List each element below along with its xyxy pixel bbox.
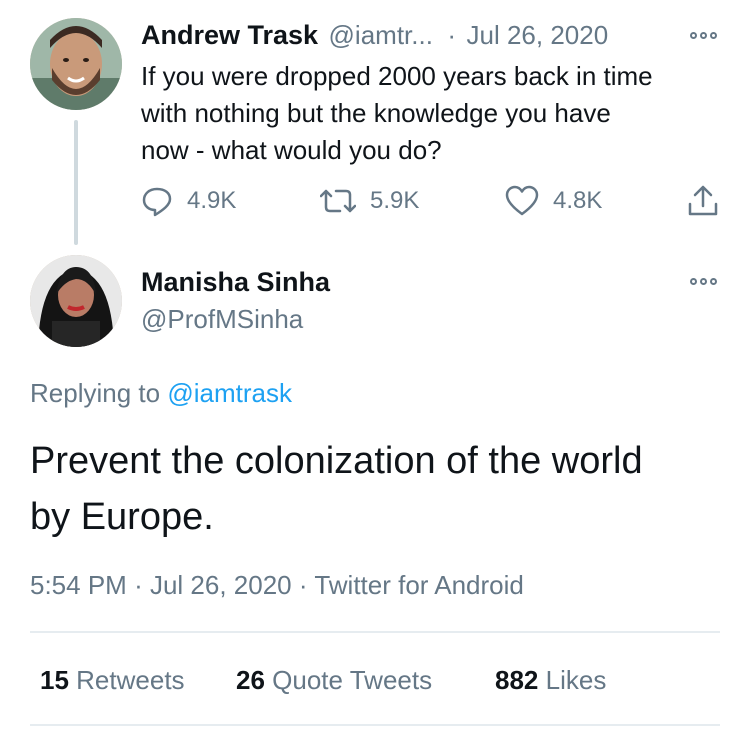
author-name[interactable]: Andrew Trask bbox=[141, 20, 318, 50]
retweets-label: Retweets bbox=[76, 665, 185, 695]
more-icon[interactable] bbox=[690, 278, 717, 285]
likes-label: Likes bbox=[545, 665, 607, 695]
tweet-time[interactable]: 5:54 PM bbox=[30, 570, 127, 600]
meta-separator: · bbox=[298, 570, 308, 600]
quote-tweets-label: Quote Tweets bbox=[272, 665, 433, 695]
retweets-stat[interactable]: 15 Retweets bbox=[40, 665, 185, 696]
reply-author-name[interactable]: Manisha Sinha bbox=[141, 267, 330, 298]
retweet-button[interactable]: 5.9K bbox=[320, 183, 419, 219]
like-button[interactable]: 4.8K bbox=[505, 183, 602, 219]
retweet-count: 5.9K bbox=[370, 187, 420, 214]
avatar-manisha-sinha[interactable] bbox=[30, 255, 122, 347]
quote-tweets-count: 26 bbox=[236, 665, 265, 695]
divider bbox=[30, 631, 720, 633]
parent-tweet-header: Andrew Trask @iamtr... · Jul 26, 2020 bbox=[141, 20, 608, 51]
quote-tweets-stat[interactable]: 26 Quote Tweets bbox=[236, 665, 432, 696]
tweet-date[interactable]: Jul 26, 2020 bbox=[150, 570, 292, 600]
replying-to-handle[interactable]: @iamtrask bbox=[167, 378, 292, 408]
retweets-count: 15 bbox=[40, 665, 69, 695]
tweet-date[interactable]: Jul 26, 2020 bbox=[467, 20, 609, 50]
tweet-text-line: Prevent the colonization of the world bbox=[30, 440, 643, 482]
tweet-text-line: If you were dropped 2000 years back in t… bbox=[141, 61, 653, 91]
avatar-andrew-trask[interactable] bbox=[30, 18, 122, 110]
share-icon bbox=[688, 185, 718, 216]
reply-tweet-text: Prevent the colonization of the world by… bbox=[30, 433, 643, 545]
like-icon bbox=[505, 185, 539, 216]
reply-button[interactable]: 4.9K bbox=[141, 183, 236, 219]
parent-tweet-text: If you were dropped 2000 years back in t… bbox=[141, 58, 653, 169]
like-count: 4.8K bbox=[553, 187, 603, 214]
retweet-icon bbox=[320, 189, 356, 213]
header-separator: · bbox=[447, 20, 457, 50]
tweet-client[interactable]: Twitter for Android bbox=[314, 570, 524, 600]
reply-author-handle[interactable]: @ProfMSinha bbox=[141, 304, 303, 335]
tweet-meta: 5:54 PM · Jul 26, 2020 · Twitter for And… bbox=[30, 570, 524, 601]
tweet-text-line: by Europe. bbox=[30, 496, 214, 538]
tweet-text-line: with nothing but the knowledge you have bbox=[141, 98, 611, 128]
reply-icon bbox=[142, 187, 172, 217]
divider bbox=[30, 724, 720, 726]
thread-connector-line bbox=[74, 120, 78, 245]
more-icon[interactable] bbox=[690, 32, 717, 39]
replying-to-prefix: Replying to bbox=[30, 378, 161, 408]
author-handle[interactable]: @iamtr... bbox=[329, 20, 433, 50]
replying-to: Replying to @iamtrask bbox=[30, 378, 292, 409]
meta-separator: · bbox=[134, 570, 143, 600]
share-button[interactable] bbox=[686, 183, 720, 219]
likes-count: 882 bbox=[495, 665, 539, 695]
reply-count: 4.9K bbox=[187, 187, 237, 214]
likes-stat[interactable]: 882 Likes bbox=[495, 665, 606, 696]
tweet-text-line: now - what would you do? bbox=[141, 135, 442, 165]
